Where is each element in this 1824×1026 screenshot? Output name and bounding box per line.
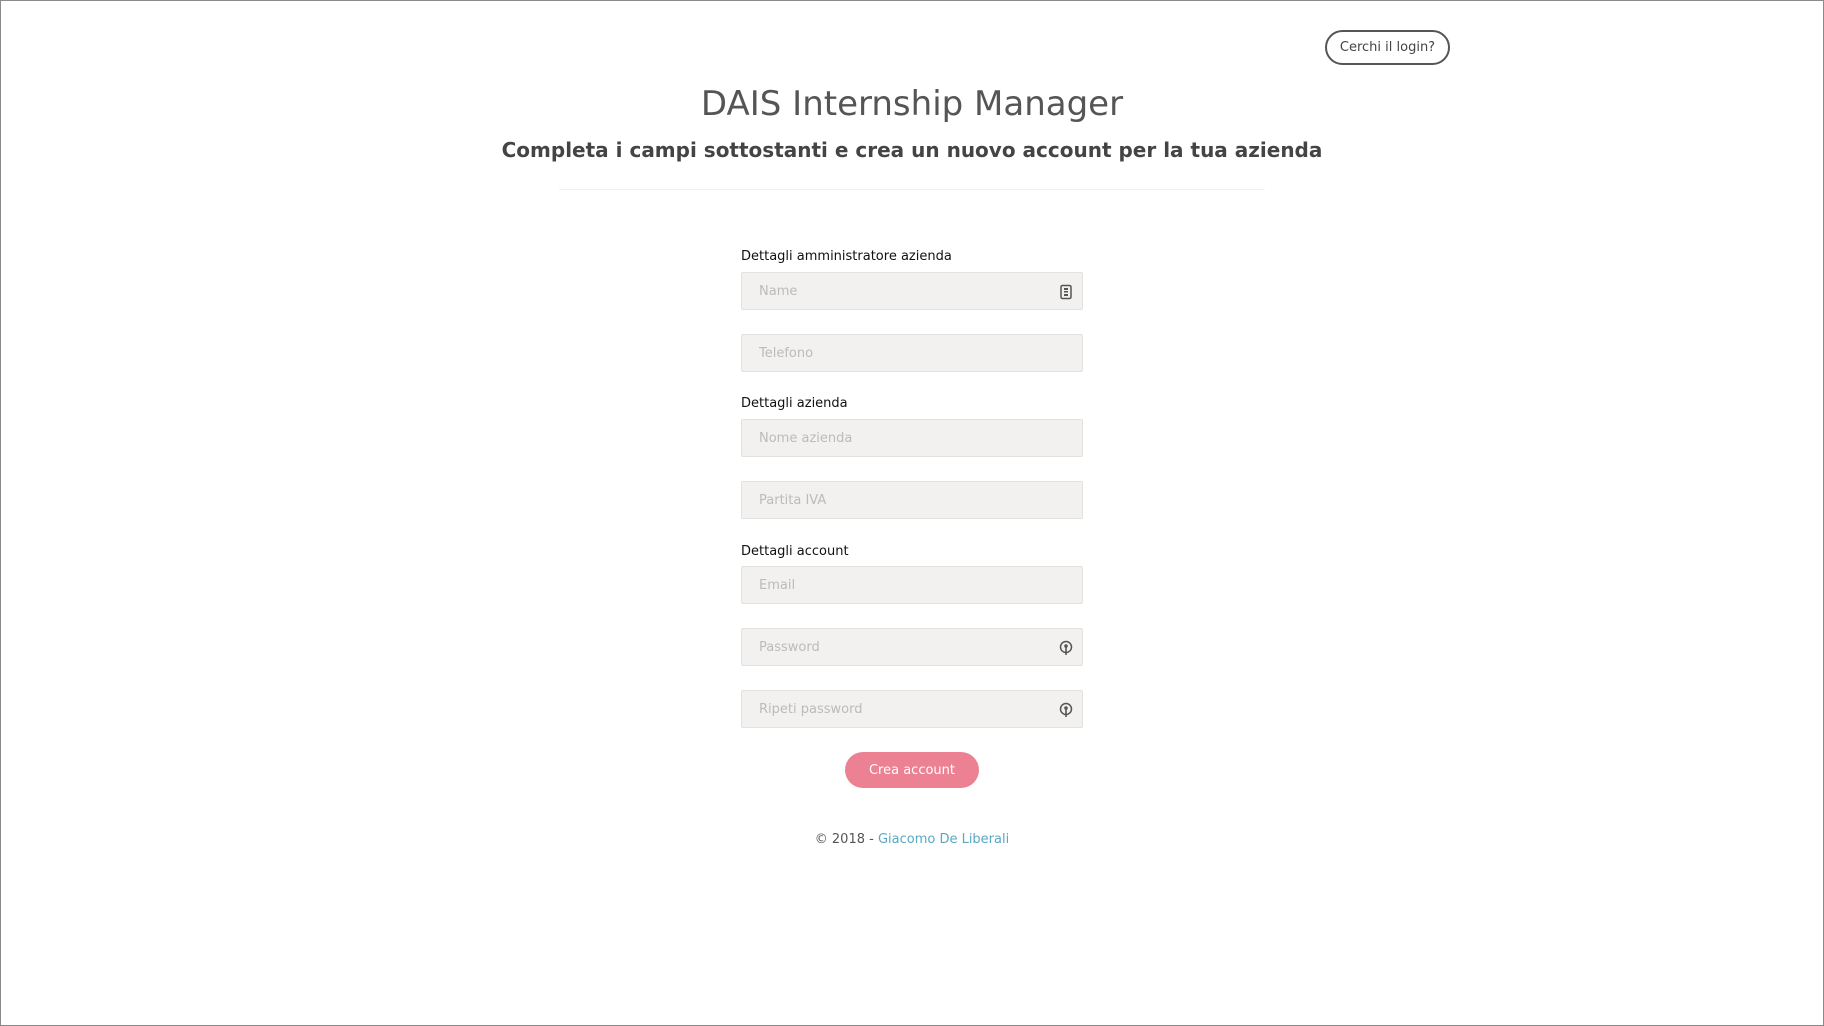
repeat-password-input[interactable] [742, 691, 1082, 727]
create-account-button[interactable]: Crea account [845, 752, 979, 788]
footer: © 2018 - Giacomo De Liberali [0, 832, 1824, 847]
repeat-password-field-wrapper [741, 690, 1083, 728]
company-section-label: Dettagli azienda [741, 396, 848, 411]
name-input[interactable] [742, 273, 1082, 309]
vat-field-wrapper [741, 481, 1083, 519]
password-input[interactable] [742, 629, 1082, 665]
password-field-wrapper [741, 628, 1083, 666]
company-name-field-wrapper [741, 419, 1083, 457]
company-name-input[interactable] [742, 420, 1082, 456]
app-title: DAIS Internship Manager [700, 84, 1124, 124]
account-section-label: Dettagli account [741, 544, 849, 559]
password-manager-icon[interactable] [1059, 640, 1073, 656]
vat-input[interactable] [742, 482, 1082, 518]
footer-author-link[interactable]: Giacomo De Liberali [878, 832, 1009, 847]
contact-card-icon[interactable] [1059, 284, 1073, 300]
page-subtitle: Completa i campi sottostanti e crea un n… [501, 138, 1323, 162]
name-field-wrapper [741, 272, 1083, 310]
admin-section-label: Dettagli amministratore azienda [741, 249, 952, 264]
header-divider [559, 189, 1265, 190]
phone-input[interactable] [742, 335, 1082, 371]
password-manager-icon[interactable] [1059, 702, 1073, 718]
login-link-button[interactable]: Cerchi il login? [1325, 30, 1450, 65]
phone-field-wrapper [741, 334, 1083, 372]
email-field-wrapper [741, 566, 1083, 604]
email-input[interactable] [742, 567, 1082, 603]
footer-copyright: © 2018 - [814, 832, 878, 847]
